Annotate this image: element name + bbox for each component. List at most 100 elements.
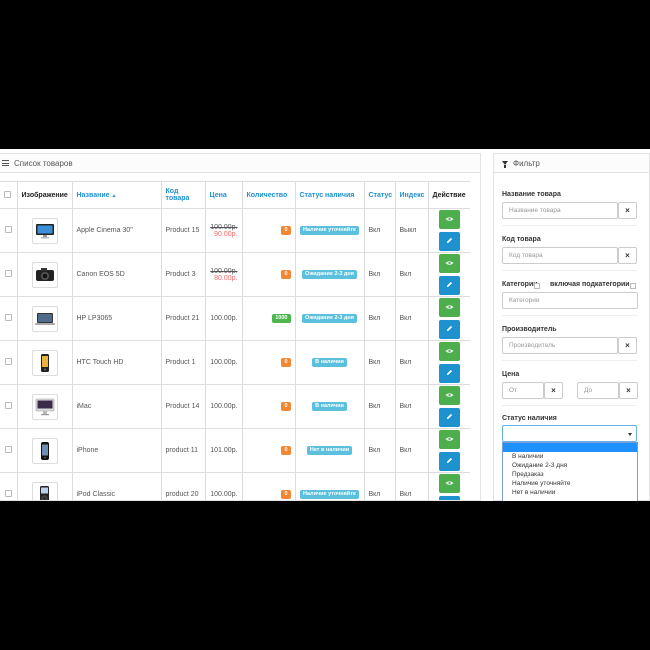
product-image-cell [16, 472, 72, 500]
product-quantity-cell: 0 [241, 428, 295, 473]
table-row: iPhone product 11 101.00р. 0 Нет в наличии Вк… [0, 428, 470, 473]
filter-price-from-input[interactable]: От [502, 382, 544, 399]
row-checkbox[interactable] [4, 270, 12, 277]
product-name: iPod Classic [71, 472, 161, 500]
clear-icon: × [625, 341, 630, 350]
filter-subcategory-checkbox[interactable] [534, 283, 540, 289]
view-button[interactable] [438, 430, 460, 449]
product-list-header: Список товаров [0, 154, 480, 173]
product-name: iPhone [71, 428, 161, 473]
row-checkbox[interactable] [4, 490, 12, 498]
filter-subcategory-checkbox-right[interactable] [630, 283, 636, 289]
edit-button[interactable] [438, 364, 460, 383]
product-status: Вкл [363, 384, 395, 429]
column-header-price[interactable]: Цена [204, 181, 242, 209]
product-price-cell: 100.00р. [204, 472, 242, 500]
filter-manufacturer-placeholder: Производитель [509, 342, 556, 349]
filter-price-from-clear-button[interactable]: × [544, 382, 563, 399]
filter-category-label: Категории включая подкатегории [502, 281, 637, 288]
filter-category-input[interactable]: Категории [502, 292, 638, 309]
row-select-cell [0, 384, 17, 429]
table-row: Apple Cinema 30" Product 15 100.00р. 90.00р… [0, 208, 470, 253]
dropdown-option[interactable]: Нет в наличии [503, 488, 637, 497]
row-actions [433, 386, 467, 427]
filter-name-input[interactable]: Название товара [502, 202, 618, 219]
column-header-status[interactable]: Статус [363, 181, 395, 209]
product-availability-cell: Ожидание 2-3 дня [294, 252, 364, 297]
product-quantity-cell: 1000 [241, 296, 295, 341]
quantity-badge: 0 [281, 270, 291, 279]
column-header-action: Действие [427, 181, 470, 209]
product-availability-cell: Наличие уточняйте [294, 208, 364, 253]
view-button[interactable] [438, 386, 460, 405]
filter-code-clear-button[interactable]: × [618, 247, 637, 264]
column-header-code[interactable]: Код товара [160, 181, 205, 209]
filter-price-to-input[interactable]: До [577, 382, 619, 399]
product-code: Product 14 [160, 384, 205, 429]
product-price-special: 80.00р. [214, 274, 238, 282]
eye-icon [445, 480, 454, 488]
column-header-index[interactable]: Индекс [394, 181, 428, 209]
product-status: Вкл [363, 296, 395, 341]
view-button[interactable] [438, 474, 460, 494]
dropdown-option[interactable]: В наличии [503, 452, 637, 461]
select-all-header [0, 181, 17, 209]
product-name: HTC Touch HD [71, 340, 161, 385]
filter-code-label: Код товара [502, 236, 637, 243]
product-availability-cell: Нет в наличии [294, 428, 364, 473]
filter-name-label-text: Название товара [502, 191, 561, 198]
filter-price-label: Цена [502, 371, 637, 378]
row-checkbox[interactable] [4, 314, 12, 321]
column-header-availability[interactable]: Статус наличия [294, 181, 364, 209]
filter-availability-select[interactable] [502, 425, 637, 442]
filter-name-clear-button[interactable]: × [618, 202, 637, 219]
eye-icon [445, 216, 454, 224]
edit-button[interactable] [438, 276, 460, 295]
row-checkbox[interactable] [4, 446, 12, 453]
product-availability-cell: Наличие уточняйте [294, 472, 364, 500]
edit-button[interactable] [438, 496, 460, 500]
availability-label: Наличие уточняйте [300, 226, 359, 235]
filter-price-to-clear-button[interactable]: × [619, 382, 638, 399]
pencil-icon [446, 457, 453, 466]
filter-price-from-placeholder: От [509, 387, 518, 394]
product-price-cell: 100.00р. 90.00р. [204, 208, 242, 253]
filter-manufacturer-input[interactable]: Производитель [502, 337, 618, 354]
view-button[interactable] [438, 254, 460, 273]
quantity-badge: 0 [281, 358, 291, 367]
row-checkbox[interactable] [4, 358, 12, 365]
product-name: HP LP3065 [71, 296, 161, 341]
edit-button[interactable] [438, 452, 460, 471]
view-button[interactable] [438, 342, 460, 361]
view-button[interactable] [438, 210, 460, 229]
product-availability-cell: В наличии [294, 340, 364, 385]
filter-name-label: Название товара [502, 191, 637, 198]
dropdown-option[interactable]: Ожидание 2-3 дня [503, 461, 637, 470]
filter-name-placeholder: Название товара [509, 207, 561, 214]
product-name: Apple Cinema 30" [71, 208, 161, 253]
divider [502, 315, 637, 316]
dropdown-option[interactable]: Наличие уточняйте [503, 479, 637, 488]
row-checkbox[interactable] [4, 402, 12, 409]
filter-code-input[interactable]: Код товара [502, 247, 618, 264]
column-header-quantity[interactable]: Количество [241, 181, 295, 209]
filter-panel: Фильтр Название товара Название товара ×… [493, 153, 650, 501]
dropdown-option-empty[interactable] [503, 443, 637, 452]
dropdown-option[interactable]: Предзаказ [503, 470, 637, 479]
filter-subcategory-label: включая подкатегории [550, 281, 630, 288]
product-image-cell [16, 428, 72, 473]
row-actions [433, 210, 467, 251]
edit-button[interactable] [438, 232, 460, 251]
view-button[interactable] [438, 298, 460, 317]
product-image-cell [16, 208, 72, 253]
select-all-checkbox[interactable] [4, 190, 11, 198]
edit-button[interactable] [438, 320, 460, 339]
row-checkbox[interactable] [4, 226, 12, 233]
product-price-cell: 100.00р. [204, 384, 242, 429]
edit-button[interactable] [438, 408, 460, 427]
product-name: Canon EOS 5D [71, 252, 161, 297]
eye-icon [445, 304, 454, 312]
column-header-name[interactable]: Название ▲ [71, 181, 161, 209]
filter-manufacturer-clear-button[interactable]: × [618, 337, 637, 354]
product-index: Вкл [394, 296, 428, 341]
